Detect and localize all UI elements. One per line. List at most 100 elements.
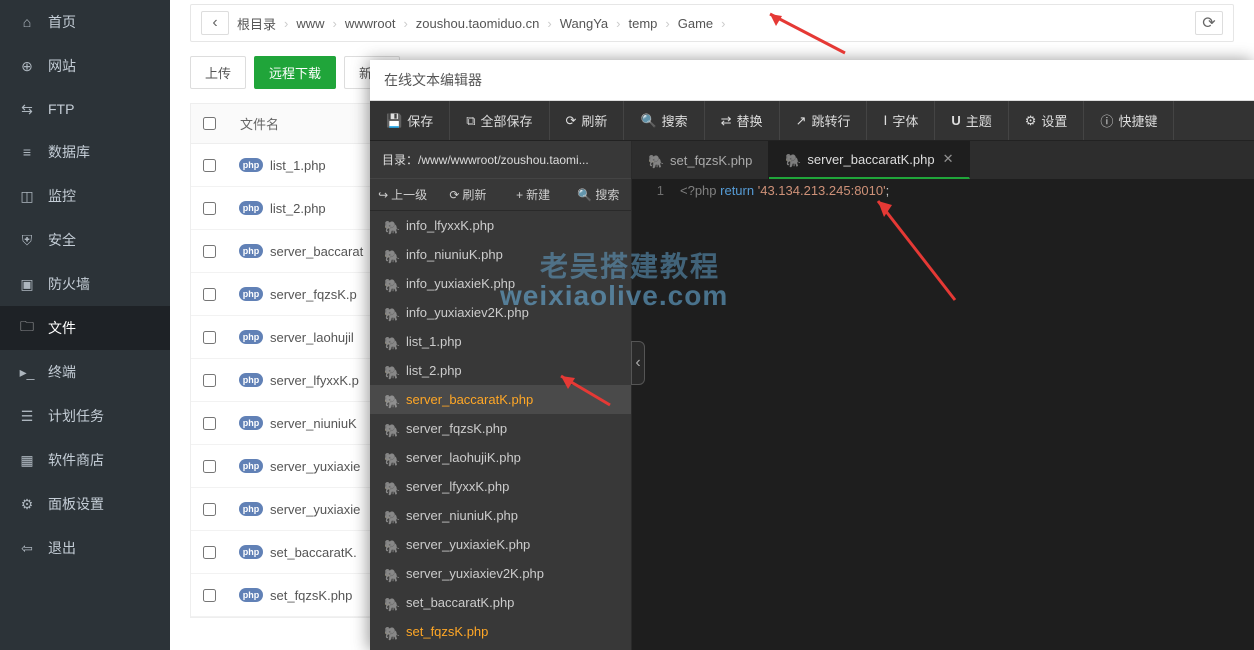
file-name: info_yuxiaxiev2K.php bbox=[406, 305, 529, 320]
editor-goto-button[interactable]: ↗跳转行 bbox=[780, 101, 868, 140]
folder-icon: 🗀 bbox=[18, 319, 36, 337]
sidebar-item-home[interactable]: ⌂首页 bbox=[0, 0, 170, 44]
editor-file-item[interactable]: 🐘server_yuxiaxiev2K.php bbox=[370, 559, 631, 588]
apps-icon: ▦ bbox=[18, 451, 36, 469]
editor-file-item[interactable]: 🐘info_niuniuK.php bbox=[370, 240, 631, 269]
editor-settings-button[interactable]: ⚙设置 bbox=[1009, 101, 1085, 140]
file-name: server_fqzsK.p bbox=[270, 287, 357, 302]
ftp-icon: ⇆ bbox=[18, 100, 36, 118]
breadcrumb-part[interactable]: wwwroot bbox=[345, 16, 396, 31]
row-checkbox[interactable] bbox=[203, 460, 216, 473]
row-checkbox[interactable] bbox=[203, 546, 216, 559]
firewall-icon: ▣ bbox=[18, 275, 36, 293]
row-checkbox[interactable] bbox=[203, 245, 216, 258]
php-icon: php bbox=[240, 543, 262, 561]
back-button[interactable]: ‹ bbox=[201, 11, 229, 35]
editor-refresh-button[interactable]: ⟳刷新 bbox=[550, 101, 625, 140]
remote-download-button[interactable]: 远程下载 bbox=[254, 56, 336, 89]
editor-file-item[interactable]: 🐘server_baccaratK.php bbox=[370, 385, 631, 414]
editor-file-panel: 目录：/www/wwwroot/zoushou.taomi... ↪上一级 ⟳刷… bbox=[370, 141, 632, 650]
sidebar: ⌂首页 ⊕网站 ⇆FTP ≡数据库 ◫监控 ⛨安全 ▣防火墙 🗀文件 ▸_终端 … bbox=[0, 0, 170, 650]
php-icon: php bbox=[240, 457, 262, 475]
file-name: list_1.php bbox=[406, 334, 462, 349]
sidebar-item-terminal[interactable]: ▸_终端 bbox=[0, 350, 170, 394]
sidebar-item-security[interactable]: ⛨安全 bbox=[0, 218, 170, 262]
editor-save-all-button[interactable]: ⧉全部保存 bbox=[450, 101, 549, 140]
fp-up-button[interactable]: ↪上一级 bbox=[370, 179, 435, 210]
sidebar-item-label: 网站 bbox=[48, 56, 76, 76]
row-checkbox[interactable] bbox=[203, 374, 216, 387]
row-checkbox[interactable] bbox=[203, 288, 216, 301]
breadcrumb-part[interactable]: www bbox=[296, 16, 324, 31]
php-icon: 🐘 bbox=[648, 154, 662, 166]
editor-file-item[interactable]: 🐘list_1.php bbox=[370, 327, 631, 356]
editor-replace-button[interactable]: ⇄替换 bbox=[705, 101, 780, 140]
fp-search-button[interactable]: 🔍搜索 bbox=[566, 179, 631, 210]
editor-file-item[interactable]: 🐘info_lfyxxK.php bbox=[370, 211, 631, 240]
file-name: server_baccaratK.php bbox=[406, 392, 533, 407]
fp-refresh-button[interactable]: ⟳刷新 bbox=[435, 179, 500, 210]
editor-shortcuts-button[interactable]: ⓘ快捷键 bbox=[1084, 101, 1174, 140]
close-icon[interactable]: ✕ bbox=[943, 151, 954, 167]
refresh-icon: ⟳ bbox=[566, 113, 577, 129]
sidebar-item-settings[interactable]: ⚙面板设置 bbox=[0, 482, 170, 526]
sidebar-item-apps[interactable]: ▦软件商店 bbox=[0, 438, 170, 482]
editor-search-button[interactable]: 🔍搜索 bbox=[624, 101, 704, 140]
php-icon: 🐘 bbox=[384, 220, 398, 232]
editor-file-item[interactable]: 🐘list_2.php bbox=[370, 356, 631, 385]
sidebar-item-site[interactable]: ⊕网站 bbox=[0, 44, 170, 88]
php-icon: 🐘 bbox=[384, 423, 398, 435]
sidebar-item-ftp[interactable]: ⇆FTP bbox=[0, 88, 170, 130]
row-checkbox[interactable] bbox=[203, 202, 216, 215]
editor-path: 目录：/www/wwwroot/zoushou.taomi... bbox=[370, 141, 631, 178]
php-icon: 🐘 bbox=[785, 153, 799, 165]
tab-set-fqzsk[interactable]: 🐘set_fqzsK.php bbox=[632, 141, 769, 179]
row-checkbox[interactable] bbox=[203, 331, 216, 344]
editor-font-button[interactable]: Ⅰ字体 bbox=[867, 101, 935, 140]
breadcrumb-part[interactable]: WangYa bbox=[560, 16, 608, 31]
breadcrumb-root[interactable]: 根目录 bbox=[237, 14, 276, 33]
file-name: server_yuxiaxie bbox=[270, 459, 360, 474]
file-name: info_niuniuK.php bbox=[406, 247, 503, 262]
code-area[interactable]: 1 <?php return '43.134.213.245:8010'; bbox=[632, 179, 1254, 650]
col-filename: 文件名 bbox=[240, 114, 279, 133]
breadcrumb-part[interactable]: zoushou.taomiduo.cn bbox=[416, 16, 540, 31]
editor-file-item[interactable]: 🐘server_fqzsK.php bbox=[370, 414, 631, 443]
breadcrumb-part[interactable]: temp bbox=[629, 16, 658, 31]
editor-modal: 在线文本编辑器 💾保存 ⧉全部保存 ⟳刷新 🔍搜索 ⇄替换 ↗跳转行 Ⅰ字体 U… bbox=[370, 60, 1254, 650]
select-all-checkbox[interactable] bbox=[203, 117, 216, 130]
sidebar-item-database[interactable]: ≡ 数据库 bbox=[0, 130, 170, 174]
editor-file-item[interactable]: 🐘 info_yuxiaxiev2K.php bbox=[370, 298, 631, 327]
row-checkbox[interactable] bbox=[203, 503, 216, 516]
upload-button[interactable]: 上传 bbox=[190, 56, 246, 89]
editor-file-item[interactable]: 🐘set_laohujiK.php bbox=[370, 646, 631, 650]
collapse-handle[interactable]: ‹ bbox=[631, 341, 645, 385]
editor-file-item[interactable]: 🐘set_baccaratK.php bbox=[370, 588, 631, 617]
sidebar-item-monitor[interactable]: ◫监控 bbox=[0, 174, 170, 218]
editor-file-item[interactable]: 🐘server_yuxiaxieK.php bbox=[370, 530, 631, 559]
editor-file-item[interactable]: 🐘set_fqzsK.php bbox=[370, 617, 631, 646]
sidebar-item-firewall[interactable]: ▣防火墙 bbox=[0, 262, 170, 306]
editor-file-item[interactable]: 🐘server_niuniuK.php bbox=[370, 501, 631, 530]
database-icon: ≡ bbox=[18, 143, 36, 161]
sidebar-item-cron[interactable]: ☰计划任务 bbox=[0, 394, 170, 438]
editor-file-item[interactable]: 🐘server_lfyxxK.php bbox=[370, 472, 631, 501]
breadcrumb-part[interactable]: Game bbox=[678, 16, 713, 31]
refresh-button[interactable]: ⟳ bbox=[1195, 11, 1223, 35]
editor-file-item[interactable]: 🐘server_laohujiK.php bbox=[370, 443, 631, 472]
editor-theme-button[interactable]: U主题 bbox=[935, 101, 1008, 140]
row-checkbox[interactable] bbox=[203, 417, 216, 430]
sidebar-item-label: 数据库 bbox=[48, 142, 90, 162]
row-checkbox[interactable] bbox=[203, 159, 216, 172]
fp-new-button[interactable]: +新建 bbox=[501, 179, 566, 210]
refresh-icon: ⟳ bbox=[449, 188, 459, 202]
tab-server-baccaratk[interactable]: 🐘server_baccaratK.php✕ bbox=[769, 141, 970, 179]
editor-save-button[interactable]: 💾保存 bbox=[370, 101, 450, 140]
sidebar-item-label: 安全 bbox=[48, 230, 76, 250]
editor-file-item[interactable]: 🐘info_yuxiaxieK.php bbox=[370, 269, 631, 298]
sidebar-item-logout[interactable]: ⇦退出 bbox=[0, 526, 170, 570]
editor-file-list[interactable]: 🐘info_lfyxxK.php🐘info_niuniuK.php🐘info_y… bbox=[370, 211, 631, 650]
sidebar-item-files[interactable]: 🗀文件 bbox=[0, 306, 170, 350]
php-icon: 🐘 bbox=[384, 307, 398, 319]
row-checkbox[interactable] bbox=[203, 589, 216, 602]
